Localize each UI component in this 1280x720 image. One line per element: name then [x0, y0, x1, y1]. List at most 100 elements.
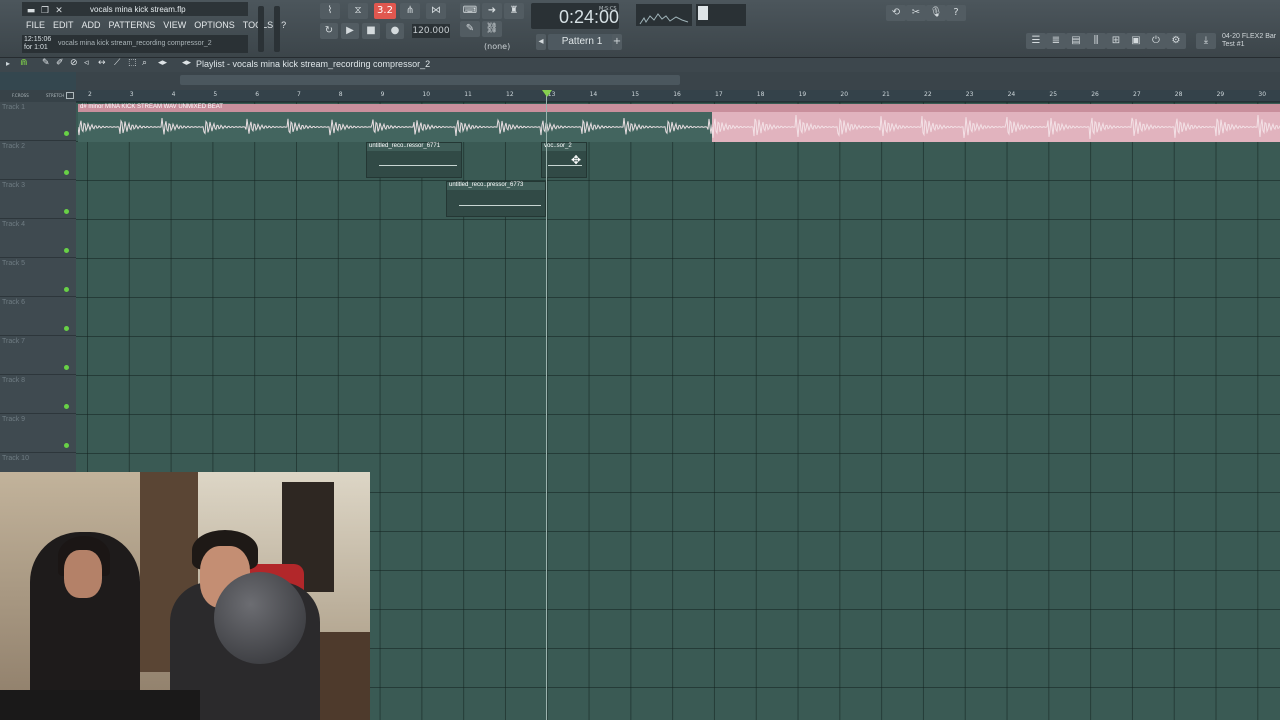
none-label[interactable]: (none): [484, 42, 510, 51]
track-enable-led[interactable]: [64, 209, 69, 214]
slip-tool-icon[interactable]: ↔: [98, 58, 106, 68]
typing-keyboard-icon[interactable]: ⌨: [460, 3, 480, 19]
plugin-picker-icon[interactable]: ⏻: [1146, 33, 1166, 49]
playback-tool-icon[interactable]: ◂▸: [158, 58, 167, 68]
delete-tool-icon[interactable]: ⊘: [70, 58, 78, 68]
track-label: Track 6: [2, 299, 26, 306]
track-header[interactable]: Track 6: [0, 297, 76, 336]
timeline-ruler[interactable]: 2 3 4 5 6 7 8 9 10 11 12 13 14 15 16 17 18 19 20 21 22 23 24 25…: [76, 90, 1280, 102]
title-box: ▬ ❐ ✕ vocals mina kick stream.flp: [22, 2, 248, 16]
bar-number: 16: [673, 91, 681, 98]
master-volume-slider[interactable]: [258, 6, 264, 52]
track-header[interactable]: Track 1: [0, 102, 76, 141]
beat-clip-header[interactable]: d# minor MINA KICK STREAM WAV UNMIXED BE…: [78, 104, 1280, 112]
playlist-nav-icon[interactable]: ◂▸: [182, 58, 191, 68]
plugin-database-icon[interactable]: ▣: [1126, 33, 1146, 49]
track-header[interactable]: Track 3: [0, 180, 76, 219]
track-enable-led[interactable]: [64, 170, 69, 175]
playlist-menu-arrow-icon[interactable]: ▸: [6, 59, 10, 68]
track-header[interactable]: Track 8: [0, 375, 76, 414]
menu-add[interactable]: ADD: [78, 18, 105, 32]
slice-tool-icon[interactable]: ⟋: [114, 58, 120, 68]
play-icon[interactable]: ▶: [341, 23, 359, 39]
track-header[interactable]: Track 5: [0, 258, 76, 297]
restore-icon[interactable]: ❐: [39, 5, 51, 17]
metronome-icon[interactable]: ⧖: [348, 3, 368, 19]
track-enable-led[interactable]: [64, 131, 69, 136]
track-enable-led[interactable]: [64, 404, 69, 409]
record-icon[interactable]: ●: [386, 23, 404, 39]
magnet-icon[interactable]: ⋒: [20, 58, 28, 68]
track-enable-led[interactable]: [64, 365, 69, 370]
bar-number: 26: [1091, 91, 1099, 98]
step-edit-icon[interactable]: ⋔: [400, 3, 420, 19]
track-enable-led[interactable]: [64, 443, 69, 448]
track-header[interactable]: Track 9: [0, 414, 76, 453]
track-enable-led[interactable]: [64, 287, 69, 292]
help-icon[interactable]: ?: [946, 5, 966, 21]
audio-clip[interactable]: untitled_reco..ressor_6771: [366, 142, 462, 178]
menu-view[interactable]: VIEW: [159, 18, 190, 32]
browser-icon[interactable]: ⊞: [1106, 33, 1126, 49]
microphone-icon[interactable]: 🎙: [926, 5, 946, 21]
track-enable-led[interactable]: [64, 326, 69, 331]
time-display[interactable]: 0:24:00 M:S:CS: [531, 3, 619, 29]
mute-tool-icon[interactable]: ◃: [84, 58, 89, 68]
link-icon[interactable]: ⛓: [482, 21, 502, 37]
minimize-icon[interactable]: ▬: [25, 5, 37, 17]
tempo-display[interactable]: 120.000: [412, 24, 450, 38]
playhead-line[interactable]: [546, 90, 547, 720]
beat-clip-selected-region[interactable]: [712, 112, 1280, 142]
tempo-tap-icon[interactable]: ⌇: [320, 3, 340, 19]
bar-number: 20: [840, 91, 849, 98]
countdown-icon[interactable]: ♜: [504, 3, 524, 19]
horizontal-scrollbar[interactable]: [76, 72, 1280, 90]
bar-number: 2: [88, 91, 92, 98]
blend-notes-icon[interactable]: ⋈: [426, 3, 446, 19]
arrow-right-icon[interactable]: ➜: [482, 3, 502, 19]
clip-title: untitled_reco..pressor_6773: [449, 182, 524, 188]
touch-keyboard-icon[interactable]: ⚙: [1166, 33, 1186, 49]
master-pitch-slider[interactable]: [274, 6, 280, 52]
menu-edit[interactable]: EDIT: [49, 18, 78, 32]
menu-patterns[interactable]: PATTERNS: [105, 18, 160, 32]
cut-icon[interactable]: ✂: [906, 5, 926, 21]
draw-tool-icon[interactable]: ✎: [42, 58, 50, 68]
playlist-window-icon[interactable]: ☰: [1026, 33, 1046, 49]
close-icon[interactable]: ✕: [53, 5, 65, 17]
scroll-thumb[interactable]: [180, 75, 680, 85]
pattern-selector[interactable]: Pattern 1: [548, 34, 616, 50]
pat-song-toggle[interactable]: 3.2: [374, 3, 396, 19]
stretch-checkbox[interactable]: [66, 92, 74, 99]
cpu-meter-graph: [639, 13, 689, 25]
piano-roll-icon[interactable]: ▤: [1066, 33, 1086, 49]
audio-clip[interactable]: untitled_reco..pressor_6773: [446, 181, 546, 217]
menu-file[interactable]: FILE: [22, 18, 49, 32]
bar-number: 21: [882, 91, 890, 98]
mixer-icon[interactable]: ⫼: [1086, 33, 1106, 49]
select-tool-icon[interactable]: ⬚: [128, 58, 137, 68]
plugin-title-line1: 04-20 FLEX2 Bar: [1222, 33, 1277, 40]
track-enable-led[interactable]: [64, 248, 69, 253]
pattern-prev-icon[interactable]: ◂: [536, 34, 546, 50]
bar-number: 29: [1216, 91, 1225, 98]
loop-icon[interactable]: ↻: [320, 23, 338, 39]
paint-tool-icon[interactable]: ✐: [56, 58, 64, 68]
playhead-marker[interactable]: [542, 90, 552, 97]
track-header[interactable]: Track 4: [0, 219, 76, 258]
pencil-icon[interactable]: ✎: [460, 21, 480, 37]
stop-icon[interactable]: ■: [362, 23, 380, 39]
pattern-add-icon[interactable]: +: [612, 34, 622, 50]
bar-number: 24: [1007, 91, 1016, 98]
channel-rack-icon[interactable]: ≣: [1046, 33, 1066, 49]
track-label: Track 10: [2, 455, 29, 462]
zoom-tool-icon[interactable]: ⌕: [142, 58, 147, 68]
plugin-title: 04-20 FLEX2 Bar Test #1: [1222, 33, 1276, 49]
download-icon[interactable]: ⤓: [1196, 33, 1216, 49]
track-header[interactable]: Track 7: [0, 336, 76, 375]
undo-icon[interactable]: ⟲: [886, 5, 906, 21]
bar-number: 17: [715, 91, 723, 98]
menu-options[interactable]: OPTIONS: [190, 18, 239, 32]
track-label: Track 7: [2, 338, 26, 345]
track-header[interactable]: Track 2: [0, 141, 76, 180]
